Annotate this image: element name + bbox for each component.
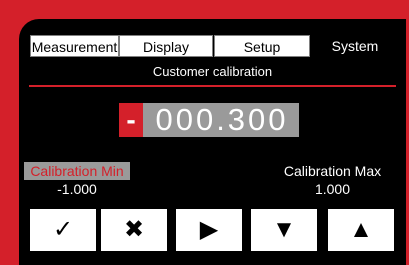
confirm-button[interactable]: ✓	[30, 209, 96, 251]
calibration-max-value: 1.000	[314, 181, 351, 197]
device-frame: Measurement Display Setup System Custome…	[0, 0, 409, 265]
next-button[interactable]: ▶	[176, 209, 242, 251]
calibration-min-label[interactable]: Calibration Min	[24, 162, 130, 180]
cancel-button[interactable]: ✖	[101, 209, 167, 251]
header-divider	[29, 85, 396, 87]
tab-system[interactable]: System	[311, 35, 399, 57]
arrow-right-icon: ▶	[199, 216, 219, 243]
tab-display[interactable]: Display	[119, 35, 213, 57]
close-icon: ✖	[123, 216, 145, 243]
display-screen: Measurement Display Setup System Custome…	[19, 19, 406, 265]
checkmark-icon: ✓	[52, 216, 74, 243]
value-digits[interactable]: 000.300	[143, 103, 299, 137]
calibration-max-label[interactable]: Calibration Max	[274, 162, 391, 180]
page-subtitle: Customer calibration	[152, 64, 273, 79]
calibration-min-value: -1.000	[57, 181, 97, 197]
tab-setup[interactable]: Setup	[214, 35, 310, 57]
decrement-button[interactable]: ▼	[251, 209, 317, 251]
arrow-up-icon: ▲	[349, 216, 373, 243]
arrow-down-icon: ▼	[272, 216, 296, 243]
tab-measurement[interactable]: Measurement	[30, 35, 119, 57]
increment-button[interactable]: ▲	[328, 209, 394, 251]
value-display: - 000.300	[119, 103, 299, 137]
value-sign[interactable]: -	[119, 103, 143, 137]
